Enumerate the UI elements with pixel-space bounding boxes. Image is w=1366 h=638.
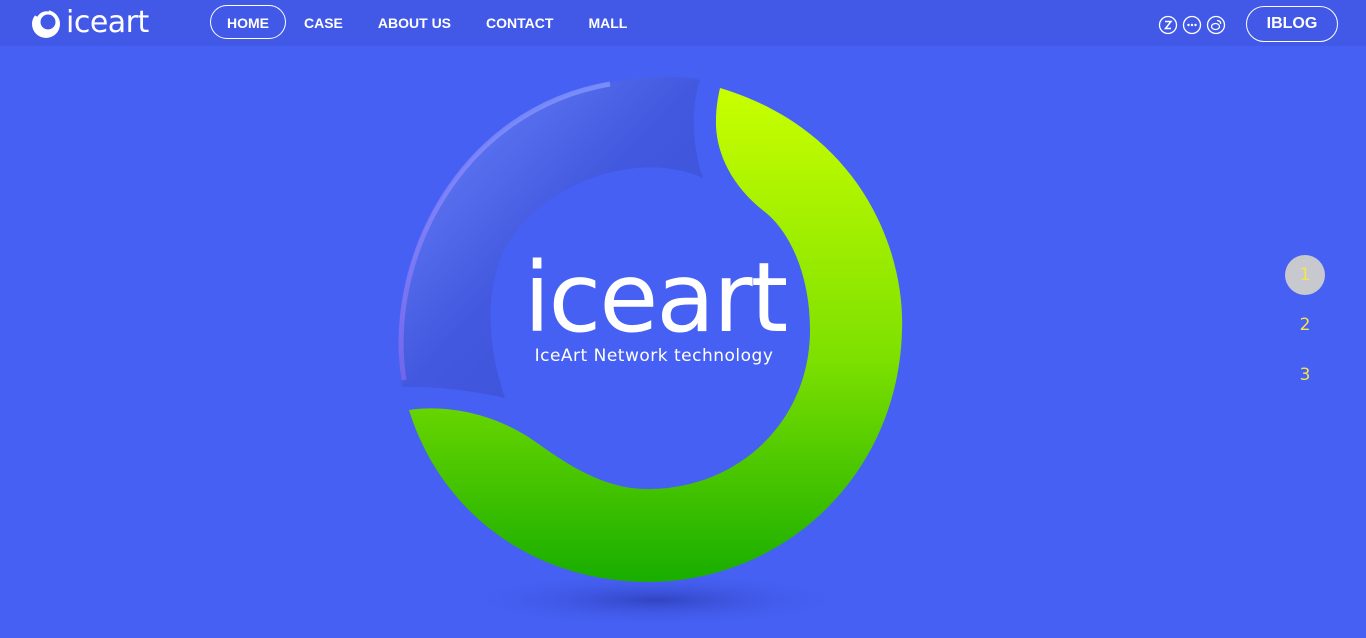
iblog-button[interactable]: IBLOG	[1246, 6, 1338, 42]
hero-wordmark: iceart	[523, 242, 788, 354]
pager-item-1[interactable]: 1	[1285, 255, 1325, 295]
slide-pager: 1 2 3	[1285, 255, 1325, 405]
nav-contact[interactable]: CONTACT	[469, 5, 570, 39]
pager-item-3[interactable]: 3	[1285, 355, 1325, 395]
hero-section: iceart IceArt Network technology	[0, 0, 1366, 638]
pager-item-2[interactable]: 2	[1285, 305, 1325, 345]
hero-tagline: IceArt Network technology	[534, 346, 774, 366]
social-links	[1158, 15, 1230, 35]
site-logo[interactable]: iceart	[30, 6, 149, 40]
logo-text: iceart	[66, 5, 149, 40]
zhihu-icon[interactable]	[1158, 15, 1178, 35]
logo-swirl-icon	[32, 8, 60, 38]
main-nav: HOME CASE ABOUT US CONTACT MALL	[210, 5, 645, 39]
top-navigation-bar: iceart HOME CASE ABOUT US CONTACT MALL I…	[0, 0, 1366, 46]
nav-case[interactable]: CASE	[287, 5, 360, 39]
nav-mall[interactable]: MALL	[571, 5, 644, 39]
weibo-icon[interactable]	[1206, 15, 1226, 35]
wechat-icon[interactable]	[1182, 15, 1202, 35]
nav-home[interactable]: HOME	[210, 5, 286, 39]
nav-about-us[interactable]: ABOUT US	[361, 5, 468, 39]
